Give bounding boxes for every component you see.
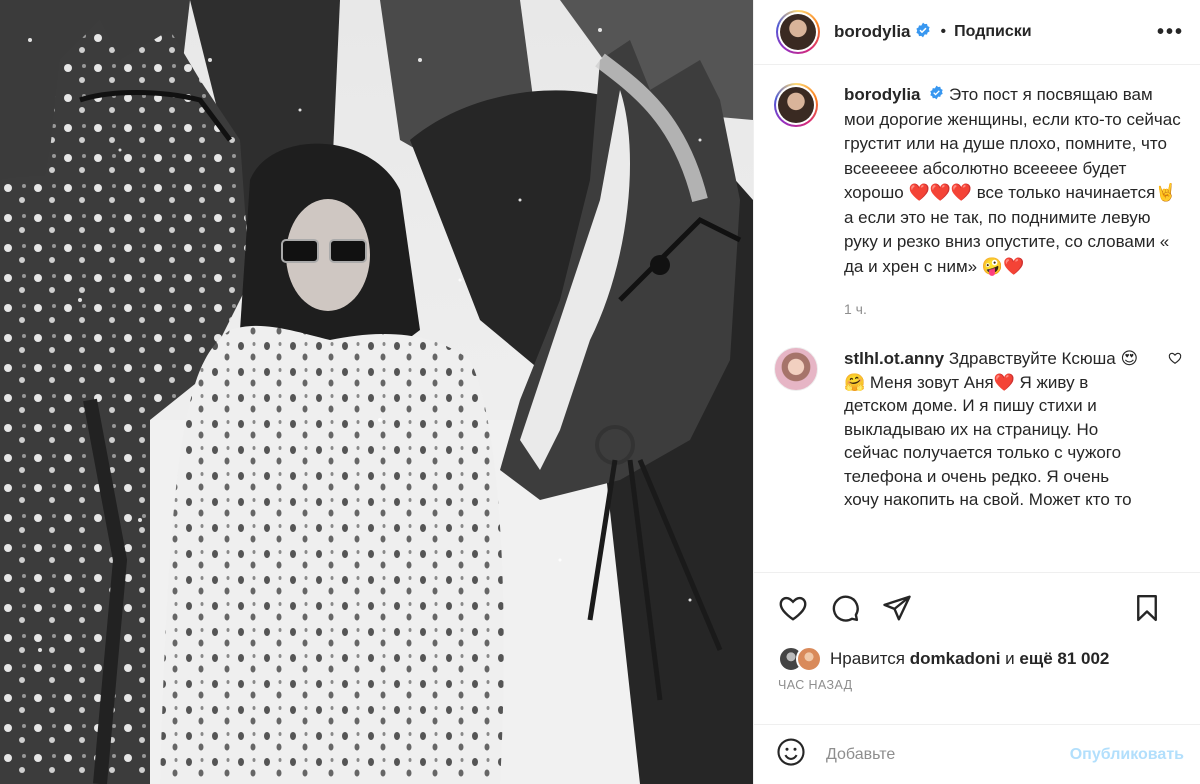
avatar-image [780,14,816,50]
likes-prefix: Нравится [830,649,906,668]
verified-badge-icon [929,83,944,108]
comment-body: stlhl.ot.anny Здравствуйте Ксюша 😍🤗 Меня… [844,347,1144,512]
separator-dot: • [940,23,947,40]
liker-username[interactable]: domkadoni [910,649,1001,668]
posted-time[interactable]: ЧАС НАЗАД [754,676,1200,724]
author-avatar[interactable] [776,10,820,54]
commenter-username[interactable]: stlhl.ot.anny [844,349,944,368]
share-icon[interactable] [882,593,912,623]
comment-like-icon[interactable] [1168,351,1182,370]
commenter-avatar[interactable] [774,347,818,392]
liker-avatar [796,646,822,672]
more-options-icon[interactable]: ••• [1157,21,1184,44]
post-header: borodylia • Подписки ••• [754,0,1200,65]
comment-item: stlhl.ot.anny Здравствуйте Ксюша 😍🤗 Меня… [774,347,1184,512]
likes-summary: Нравится domkadoni и ещё 81 002 [754,642,1200,676]
publish-button[interactable]: Опубликовать [1070,746,1184,764]
bookmark-icon[interactable] [1132,593,1162,623]
caption-body: borodylia Это пост я посвящаю вам мои до… [844,83,1182,279]
following-button[interactable]: Подписки [954,23,1031,41]
post-photo[interactable] [0,0,753,784]
add-comment-bar: Опубликовать [754,724,1200,784]
action-bar [754,572,1200,642]
author-username[interactable]: borodylia [834,22,911,42]
comment-input[interactable] [824,744,1070,765]
photo-illustration [0,0,753,784]
caption-text: Это пост я посвящаю вам мои дорогие женщ… [844,85,1181,276]
caption-time[interactable]: 1 ч. [844,301,1184,317]
comments-section[interactable]: borodylia Это пост я посвящаю вам мои до… [754,65,1200,572]
emoji-icon[interactable] [776,737,806,772]
verified-badge-icon [915,22,931,43]
caption-username[interactable]: borodylia [844,85,921,104]
caption-avatar[interactable] [774,83,818,127]
comment-icon[interactable] [830,593,860,623]
caption: borodylia Это пост я посвящаю вам мои до… [774,83,1184,279]
post-sidebar: borodylia • Подписки ••• borodylia Это п… [753,0,1200,784]
likes-joiner: и [1005,649,1015,668]
comment-text: Здравствуйте Ксюша 😍🤗 Меня зовут Аня❤️ Я… [844,349,1139,510]
likes-count[interactable]: ещё 81 002 [1019,649,1109,668]
post-view: borodylia • Подписки ••• borodylia Это п… [0,0,1200,784]
heart-icon[interactable] [778,593,808,623]
